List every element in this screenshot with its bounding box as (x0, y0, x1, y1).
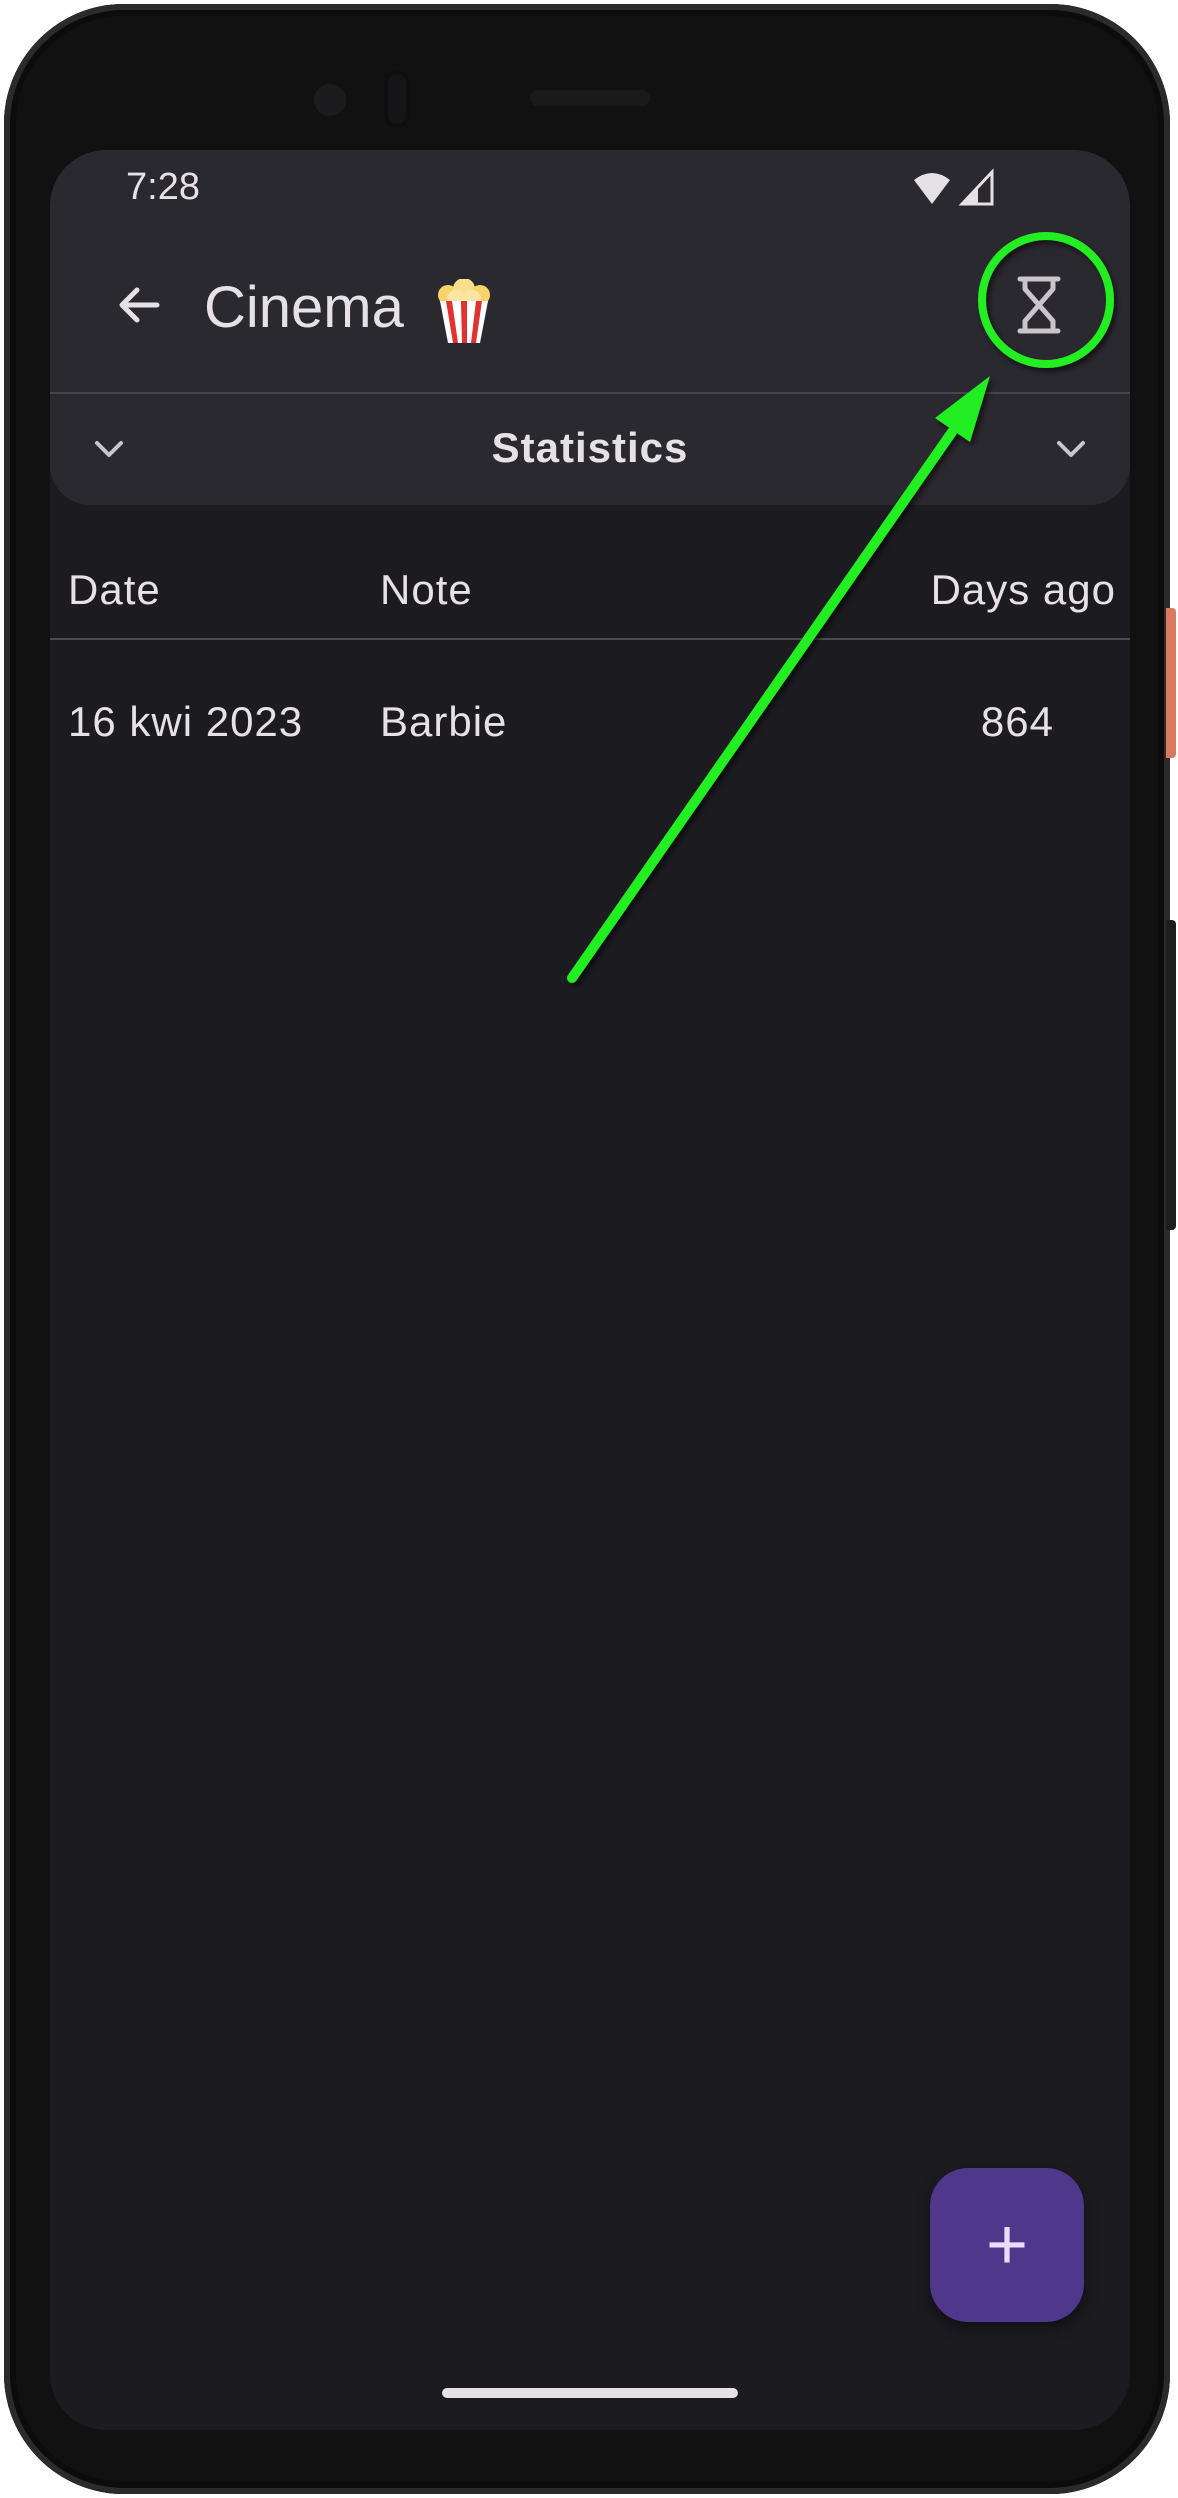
page-title: Cinema (204, 274, 492, 345)
app-screen: 7:28 Cinema Statistics Date Note Days ag… (50, 150, 1130, 2430)
app-bar: 7:28 Cinema Statistics (50, 150, 1130, 505)
table-row[interactable]: 16 kwi 2023 Barbie 864 (50, 640, 1130, 770)
timer-button[interactable] (994, 260, 1084, 350)
proximity-sensor (384, 70, 410, 128)
arrow-left-icon (119, 287, 160, 323)
home-indicator[interactable] (442, 2388, 738, 2398)
chevron-down-icon (1046, 424, 1096, 474)
hourglass-icon (1017, 276, 1061, 334)
page-title-text: Cinema (204, 275, 404, 340)
popcorn-icon (437, 278, 490, 343)
cell-note: Barbie (380, 698, 508, 745)
statistics-label: Statistics (491, 424, 689, 471)
phone-frame: 7:28 Cinema Statistics Date Note Days ag… (4, 4, 1170, 2494)
earpiece-speaker (530, 90, 650, 106)
column-header-date[interactable]: Date (68, 566, 161, 614)
cell-date: 16 kwi 2023 (68, 698, 304, 745)
status-icons (912, 168, 1012, 208)
cell-days-ago: 864 (980, 698, 1054, 745)
table-header: Date Note Days ago (50, 540, 1130, 640)
wifi-icon (914, 173, 950, 204)
status-bar: 7:28 (50, 150, 1130, 230)
plus-icon: + (985, 2205, 1029, 2285)
status-time: 7:28 (126, 166, 200, 208)
column-header-note[interactable]: Note (380, 566, 473, 614)
front-camera (304, 74, 356, 126)
volume-button (1166, 920, 1176, 1230)
power-button (1166, 608, 1176, 758)
column-header-days-ago[interactable]: Days ago (931, 566, 1116, 614)
cellular-signal-icon (958, 168, 994, 206)
statistics-expander[interactable]: Statistics (50, 394, 1130, 505)
back-button[interactable] (94, 260, 184, 350)
toolbar: Cinema (50, 230, 1130, 380)
add-entry-button[interactable]: + (930, 2168, 1084, 2322)
